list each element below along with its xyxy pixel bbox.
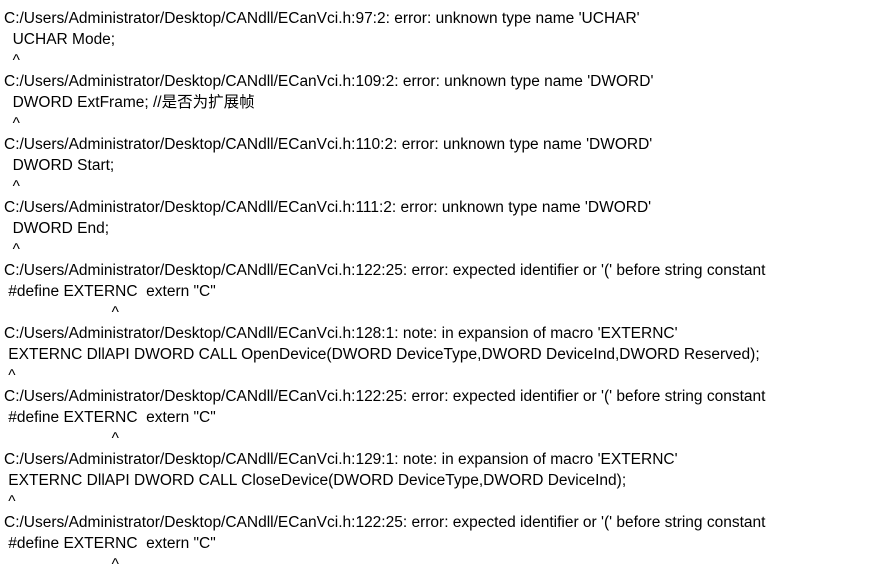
output-line: DWORD End; [4, 220, 110, 237]
output-line: ^ [4, 52, 20, 69]
output-line: ^ [4, 367, 16, 384]
output-line: #define EXTERNC extern "C" [4, 283, 216, 300]
output-line: C:/Users/Administrator/Desktop/CANdll/EC… [4, 325, 678, 342]
output-line: DWORD ExtFrame; //是否为扩展帧 [4, 94, 255, 111]
output-line: EXTERNC DllAPI DWORD CALL OpenDevice(DWO… [4, 346, 760, 363]
output-line: C:/Users/Administrator/Desktop/CANdll/EC… [4, 199, 652, 216]
output-line: C:/Users/Administrator/Desktop/CANdll/EC… [4, 451, 678, 468]
output-line: ^ [4, 430, 119, 447]
compiler-output-panel: C:/Users/Administrator/Desktop/CANdll/EC… [0, 0, 878, 573]
output-line: ^ [4, 178, 20, 195]
output-line: C:/Users/Administrator/Desktop/CANdll/EC… [4, 514, 766, 531]
output-line: ^ [4, 115, 20, 132]
output-line: ^ [4, 241, 20, 258]
output-line: C:/Users/Administrator/Desktop/CANdll/EC… [4, 136, 653, 153]
output-line: DWORD Start; [4, 157, 115, 174]
output-line: ^ [4, 304, 119, 321]
output-line: ^ [4, 493, 16, 510]
output-line: C:/Users/Administrator/Desktop/CANdll/EC… [4, 10, 640, 27]
output-line: UCHAR Mode; [4, 31, 116, 48]
output-line: EXTERNC DllAPI DWORD CALL CloseDevice(DW… [4, 472, 627, 489]
output-line: C:/Users/Administrator/Desktop/CANdll/EC… [4, 388, 766, 405]
output-line: C:/Users/Administrator/Desktop/CANdll/EC… [4, 73, 654, 90]
output-line: #define EXTERNC extern "C" [4, 535, 216, 552]
output-line: C:/Users/Administrator/Desktop/CANdll/EC… [4, 262, 766, 279]
output-line: #define EXTERNC extern "C" [4, 409, 216, 426]
